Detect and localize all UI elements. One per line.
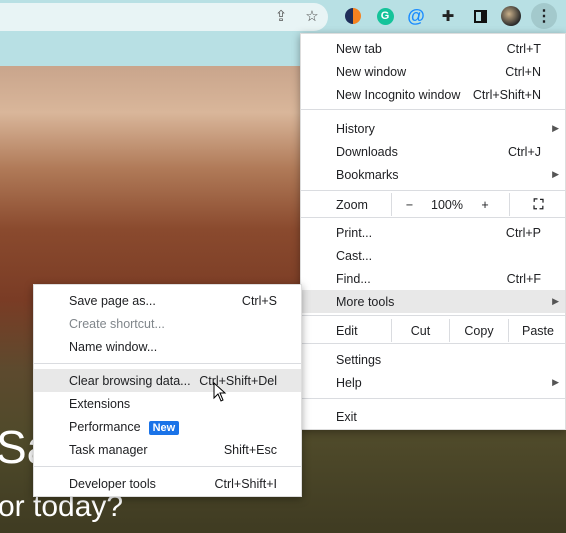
chrome-main-menu: New tab Ctrl+T New window Ctrl+N New Incog… [300,33,566,430]
label-group: Performance New [69,419,180,435]
paste-button[interactable]: Paste [508,319,566,342]
chevron-right-icon: ▶ [552,377,559,387]
email-extension-icon[interactable]: @ [406,6,426,26]
shortcut: Ctrl+Shift+Del [199,373,277,388]
menu-item-bookmarks[interactable]: Bookmarks ▶ [301,163,565,186]
label: Exit [336,409,357,424]
label: Developer tools [69,476,156,491]
menu-item-settings[interactable]: Settings [301,348,565,371]
label: Cast... [336,248,373,263]
label: Name window... [69,339,158,354]
more-menu-icon[interactable]: ⋮ [531,3,557,29]
menu-item-exit[interactable]: Exit [301,405,565,428]
menu-item-incognito[interactable]: New Incognito window Ctrl+Shift+N [301,83,565,106]
grammarly-extension-icon[interactable]: G [375,6,395,26]
mouse-cursor-icon [213,382,227,402]
cut-button[interactable]: Cut [391,319,449,342]
new-badge: New [148,420,180,435]
chevron-right-icon: ▶ [552,296,559,306]
zoom-in-button[interactable]: + [467,198,503,212]
fullscreen-icon[interactable]: ⛶ [509,193,566,216]
shortcut: Shift+Esc [223,442,277,457]
label: Print... [336,225,373,240]
shortcut: Ctrl+Shift+N [472,87,541,102]
share-icon[interactable]: ⇪ [271,6,291,26]
label: Save page as... [69,293,156,308]
star-icon[interactable]: ☆ [302,6,322,26]
separator [301,398,565,399]
chevron-right-icon: ▶ [552,169,559,179]
label: Downloads [336,144,398,159]
label: Settings [336,352,382,367]
copy-button[interactable]: Copy [449,319,508,342]
menu-item-new-tab[interactable]: New tab Ctrl+T [301,37,565,60]
label: History [336,121,375,136]
menu-item-more-tools[interactable]: More tools ▶ [301,290,565,313]
label: Find... [336,271,371,286]
menu-item-print[interactable]: Print... Ctrl+P [301,221,565,244]
label: Task manager [69,442,148,457]
label: Edit [336,323,358,338]
label: Help [336,375,362,390]
shortcut: Ctrl+Shift+I [214,476,277,491]
menu-item-history[interactable]: History ▶ [301,117,565,140]
profile-avatar[interactable] [501,6,521,26]
label: Zoom [336,197,368,212]
simplenote-extension-icon[interactable] [343,6,363,26]
more-tools-submenu: Save page as... Ctrl+S Create shortcut...… [33,284,302,497]
submenu-item-clear-browsing-data[interactable]: Clear browsing data... Ctrl+Shift+Del [34,369,301,392]
browser-toolbar: ⇪ ☆ G @ ✚ ⋮ [0,0,566,33]
submenu-item-performance[interactable]: Performance New [34,415,301,438]
submenu-item-create-shortcut[interactable]: Create shortcut... [34,312,301,335]
label: New tab [336,41,382,56]
zoom-out-button[interactable]: − [391,193,427,216]
submenu-item-extensions[interactable]: Extensions [34,392,301,415]
submenu-item-name-window[interactable]: Name window... [34,335,301,358]
label: New Incognito window [336,87,461,102]
separator [301,343,565,344]
shortcut: Ctrl+T [506,41,541,56]
menu-item-find[interactable]: Find... Ctrl+F [301,267,565,290]
menu-item-downloads[interactable]: Downloads Ctrl+J [301,140,565,163]
side-panel-icon[interactable] [470,6,490,26]
extensions-puzzle-icon[interactable]: ✚ [438,6,458,26]
shortcut: Ctrl+J [508,144,541,159]
label: Bookmarks [336,167,399,182]
label: Performance [69,419,141,434]
shortcut: Ctrl+N [505,64,541,79]
zoom-level: 100% [431,197,463,212]
separator [301,315,565,316]
menu-zoom-row: Zoom − 100% + ⛶ [301,193,565,216]
submenu-item-save-page[interactable]: Save page as... Ctrl+S [34,289,301,312]
label: Clear browsing data... [69,373,191,388]
label: More tools [336,294,395,309]
label: Create shortcut... [69,316,165,331]
separator [34,363,301,364]
chevron-right-icon: ▶ [552,123,559,133]
label: New window [336,64,407,79]
menu-item-new-window[interactable]: New window Ctrl+N [301,60,565,83]
submenu-item-developer-tools[interactable]: Developer tools Ctrl+Shift+I [34,472,301,495]
separator [301,217,565,218]
shortcut: Ctrl+P [505,225,541,240]
separator [301,109,565,110]
label: Extensions [69,396,131,411]
separator [301,190,565,191]
separator [34,466,301,467]
menu-item-cast[interactable]: Cast... [301,244,565,267]
submenu-item-task-manager[interactable]: Task manager Shift+Esc [34,438,301,461]
menu-item-help[interactable]: Help ▶ [301,371,565,394]
shortcut: Ctrl+F [506,271,541,286]
menu-edit-row: Edit Cut Copy Paste [301,319,565,342]
shortcut: Ctrl+S [241,293,277,308]
